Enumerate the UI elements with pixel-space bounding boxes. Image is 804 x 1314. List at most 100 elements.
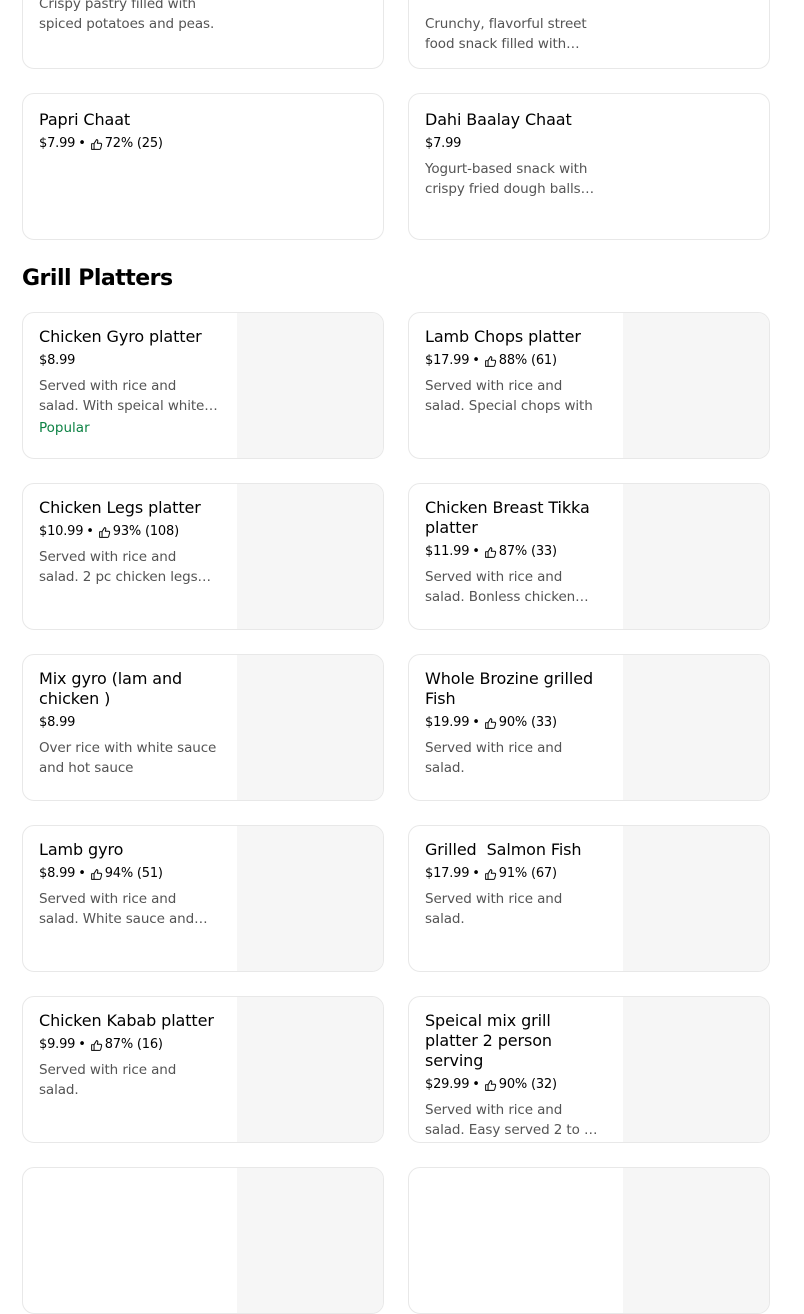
item-title: Lamb gyro [39,840,124,859]
item-title: Mix gyro (lam and chicken ) [39,669,183,708]
item-meta: $19.99 • 90% (33) [425,714,605,732]
item-description: Crispy pastry filled with spiced potatoe… [39,0,215,32]
thumbs-up-icon [484,1079,496,1091]
menu-item-card-chicken-gyro-platter[interactable]: Chicken Gyro platter $8.99 Served with r… [22,312,384,459]
item-image [623,997,769,1142]
item-price: $19.99 [425,715,470,730]
item-description: Crunchy, flavorful street food snack fil… [425,16,587,52]
item-image [237,997,383,1142]
item-description: Served with rice and salad. White sauce … [39,891,195,927]
menu-item-card-grilled-salmon-fish[interactable]: Grilled Salmon Fish $17.99 • 91% (67) Se… [408,825,770,972]
menu-item-card-chicken-breast-tikka-platter[interactable]: Chicken Breast Tikka platter $11.99 • 87… [408,483,770,630]
item-description: Yogurt-based snack with crispy fried dou… [425,161,588,197]
item-meta: $10.99 • 93% (108) [39,523,219,541]
section-title: Grill Platters [22,266,173,291]
item-description: Served with rice and salad. Special chop… [425,378,593,414]
item-image [623,1168,769,1313]
item-meta: $8.99 [39,352,219,370]
item-rating: 87% (33) [498,544,557,559]
menu-item-card-samosa[interactable]: Crispy pastry filled with spiced potatoe… [22,0,384,69]
item-price: $17.99 [425,866,470,881]
thumbs-up-icon [484,868,496,880]
thumbs-up-icon [484,717,496,729]
item-meta: $8.99 • 94% (51) [39,865,219,883]
item-title: Whole Brozine grilled Fish [425,669,594,708]
item-description: Served with rice and salad. 2 pc chicken… [39,549,198,585]
menu-item-card-chicken-kabab-platter[interactable]: Chicken Kabab platter $9.99 • 87% (16) S… [22,996,384,1143]
separator: • [472,353,480,368]
item-description: Served with rice and salad. With speical… [39,378,205,414]
menu-item-card-speical-mix-grill-platter[interactable]: Speical mix grill platter 2 person servi… [408,996,770,1143]
item-price: $7.99 [425,136,462,151]
item-meta: $8.99 [39,714,219,732]
item-description: Over rice with white sauce and hot sauce [39,740,217,776]
menu-item-card-papri-chaat[interactable]: Papri Chaat $7.99 • 72% (25) [22,93,384,240]
separator: • [472,1077,480,1092]
separator: • [472,715,480,730]
item-price: $8.99 [39,715,76,730]
item-title: Grilled Salmon Fish [425,840,582,859]
item-description: Served with rice and salad. Easy served … [425,1102,593,1138]
item-title: Chicken Kabab platter [39,1011,214,1030]
item-price: $29.99 [425,1077,470,1092]
item-price: $11.99 [425,544,470,559]
item-rating: 72% (25) [104,136,163,151]
thumbs-up-icon [484,546,496,558]
item-rating: 91% (67) [498,866,557,881]
item-title: Lamb Chops platter [425,327,581,346]
menu-item-card-lamb-chops-platter[interactable]: Lamb Chops platter $17.99 • 88% (61) Ser… [408,312,770,459]
item-meta: $9.99 • 87% (16) [39,1036,219,1054]
item-meta: $7.99 [425,135,605,153]
item-rating: 90% (32) [498,1077,557,1092]
menu-item-card-next-left[interactable] [22,1167,384,1314]
item-image [237,1168,383,1313]
item-description: Served with rice and salad. Bonless chic… [425,569,576,605]
separator: • [472,866,480,881]
item-image [237,484,383,629]
menu-item-card-dahi-baalay-chaat[interactable]: Dahi Baalay Chaat $7.99 Yogurt-based sna… [408,93,770,240]
separator: • [86,524,94,539]
item-rating: 90% (33) [498,715,557,730]
item-image [623,313,769,458]
item-image [237,655,383,800]
separator: • [472,544,480,559]
item-image [623,655,769,800]
popular-badge: Popular [39,420,90,436]
item-description: Served with rice and salad. [39,1062,177,1098]
item-title: Speical mix grill platter 2 person servi… [425,1011,552,1070]
menu-item-card-mix-gyro[interactable]: Mix gyro (lam and chicken ) $8.99 Over r… [22,654,384,801]
menu-item-card-lamb-gyro[interactable]: Lamb gyro $8.99 • 94% (51) Served with r… [22,825,384,972]
item-meta: $29.99 • 90% (32) [425,1076,605,1094]
item-image [623,484,769,629]
item-price: $7.99 [39,136,76,151]
thumbs-up-icon [90,138,102,150]
item-rating: 94% (51) [104,866,163,881]
menu-item-card-next-right[interactable] [408,1167,770,1314]
item-description: Served with rice and salad. [425,891,563,927]
item-meta: $17.99 • 88% (61) [425,352,605,370]
thumbs-up-icon [484,355,496,367]
item-meta: $7.99 • 72% (25) [39,135,229,153]
thumbs-up-icon [90,1039,102,1051]
item-title: Chicken Breast Tikka platter [425,498,590,537]
thumbs-up-icon [98,526,110,538]
menu-item-card-chaat[interactable]: Crunchy, flavorful street food snack fil… [408,0,770,69]
menu-item-card-whole-brozine-grilled-fish[interactable]: Whole Brozine grilled Fish $19.99 • 90% … [408,654,770,801]
item-price: $10.99 [39,524,84,539]
item-rating: 88% (61) [498,353,557,368]
item-image [237,826,383,971]
menu-item-card-chicken-legs-platter[interactable]: Chicken Legs platter $10.99 • 93% (108) … [22,483,384,630]
item-meta: $17.99 • 91% (67) [425,865,605,883]
item-rating: 87% (16) [104,1037,163,1052]
item-meta: $11.99 • 87% (33) [425,543,605,561]
item-rating: 93% (108) [112,524,179,539]
item-price: $17.99 [425,353,470,368]
item-price: $8.99 [39,866,76,881]
item-title: Papri Chaat [39,110,131,129]
item-title: Chicken Gyro platter [39,327,202,346]
item-title: Dahi Baalay Chaat [425,110,572,129]
item-image [237,313,383,458]
separator: • [78,866,86,881]
thumbs-up-icon [90,868,102,880]
item-description: Served with rice and salad. [425,740,563,776]
